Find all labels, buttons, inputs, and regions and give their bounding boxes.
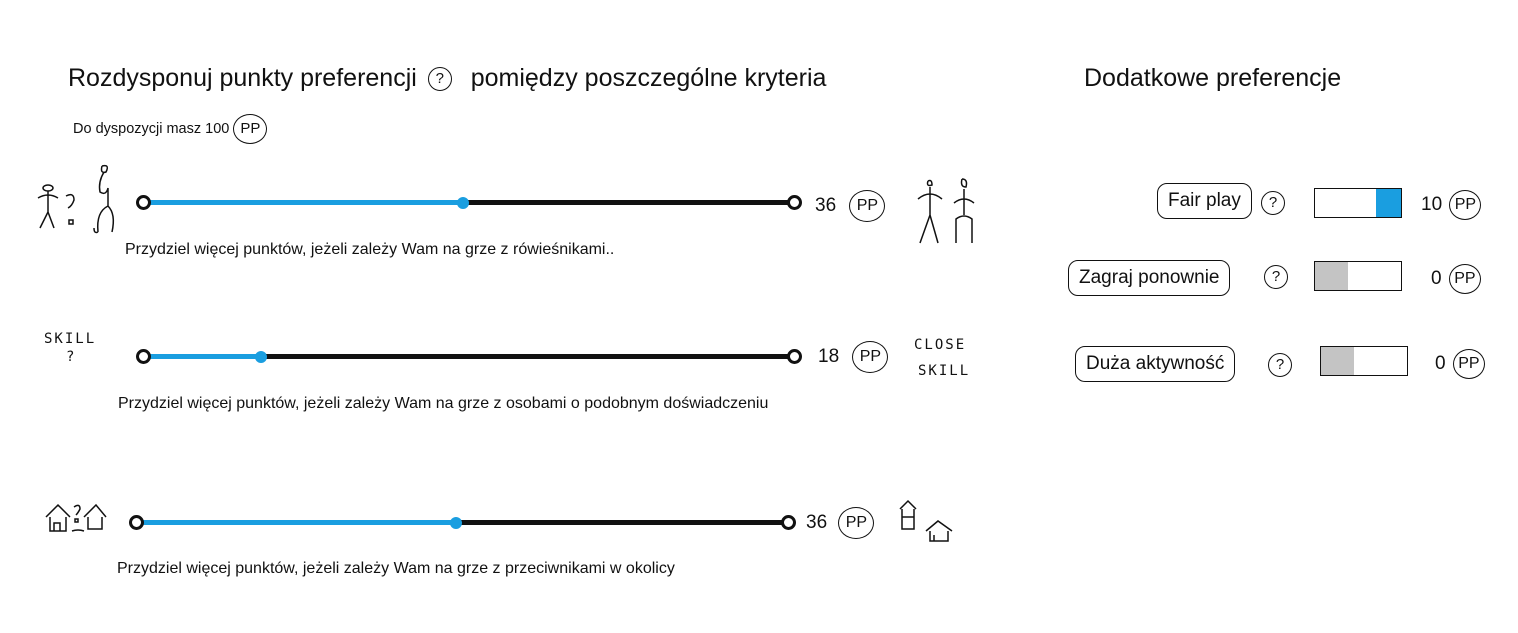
help-icon[interactable]: ?: [1264, 265, 1288, 289]
pp-badge: PP: [1449, 190, 1482, 220]
pp-badge: PP: [852, 341, 889, 373]
close-skill-icon: CLOSE SKILL: [914, 332, 970, 384]
slider-fill: [144, 200, 463, 205]
skill-slider[interactable]: [136, 337, 802, 377]
location-slider[interactable]: [129, 503, 796, 543]
skill-description: Przydziel więcej punktów, jeżeli zależy …: [118, 395, 769, 412]
page-title-suffix: pomiędzy poszczególne kryteria: [470, 64, 827, 92]
skill-question-mark: ?: [66, 349, 77, 365]
skill-value-group: 18 PP: [818, 341, 889, 373]
budget-line: Do dyspozycji masz 100 PP: [73, 114, 268, 144]
skill-question-icon: SKILL ?: [44, 330, 96, 366]
page-title-group: Rozdysponuj punkty preferencji ? pomiędz…: [68, 64, 826, 93]
slider-thumb[interactable]: [255, 351, 267, 363]
pp-badge: PP: [233, 114, 268, 144]
high-activity-toggle[interactable]: [1320, 346, 1408, 376]
play-again-toggle[interactable]: [1314, 261, 1402, 291]
play-again-value-group: 0 PP: [1431, 264, 1481, 294]
close-skill-label: SKILL: [918, 363, 971, 379]
location-value-group: 36 PP: [806, 507, 875, 539]
play-again-button[interactable]: Zagraj ponownie: [1068, 260, 1231, 296]
help-icon[interactable]: ?: [1268, 353, 1292, 377]
houses-question-icon: [45, 503, 107, 532]
slider-value: 36: [806, 512, 828, 534]
pp-badge: PP: [849, 190, 886, 222]
age-value-group: 36 PP: [815, 190, 886, 222]
nearby-houses-icon: [899, 499, 953, 542]
skill-label: SKILL: [44, 331, 97, 347]
slider-end-cap: [787, 195, 802, 210]
high-activity-value-group: 0 PP: [1435, 349, 1485, 379]
slider-start-cap: [136, 195, 151, 210]
slider-start-cap: [129, 515, 144, 530]
age-description: Przydziel więcej punktów, jeżeli zależy …: [125, 241, 615, 258]
preference-value: 0: [1435, 353, 1446, 375]
slider-fill: [137, 520, 456, 525]
toggle-fill: [1376, 189, 1401, 217]
pp-badge: PP: [1452, 349, 1485, 379]
slider-thumb[interactable]: [449, 517, 462, 529]
fair-play-value-group: 10 PP: [1421, 190, 1482, 220]
slider-value: 36: [815, 195, 837, 217]
toggle-fill: [1321, 347, 1355, 375]
fair-play-button[interactable]: Fair play: [1157, 183, 1252, 219]
slider-value: 18: [818, 346, 840, 368]
pp-badge: PP: [838, 507, 875, 539]
preference-value: 10: [1421, 194, 1443, 216]
slider-start-cap: [136, 349, 151, 364]
close-label: CLOSE: [914, 337, 967, 353]
toggle-fill: [1315, 262, 1349, 290]
location-description: Przydziel więcej punktów, jeżeli zależy …: [117, 560, 675, 577]
fair-play-toggle[interactable]: [1314, 188, 1402, 218]
slider-end-cap: [787, 349, 802, 364]
age-question-figures-icon: [37, 164, 115, 234]
budget-text: Do dyspozycji masz 100: [73, 120, 230, 137]
same-age-figures-icon: [917, 178, 975, 244]
page-title: Rozdysponuj punkty preferencji: [68, 64, 417, 92]
additional-title: Dodatkowe preferencje: [1084, 64, 1342, 92]
slider-fill: [144, 354, 261, 359]
preference-value: 0: [1431, 268, 1442, 290]
help-icon[interactable]: ?: [1261, 191, 1285, 215]
pp-badge: PP: [1448, 264, 1481, 294]
slider-thumb[interactable]: [456, 197, 469, 209]
slider-end-cap: [781, 515, 796, 530]
help-icon[interactable]: ?: [427, 67, 452, 92]
age-slider[interactable]: [136, 183, 802, 223]
high-activity-button[interactable]: Duża aktywność: [1075, 346, 1236, 382]
